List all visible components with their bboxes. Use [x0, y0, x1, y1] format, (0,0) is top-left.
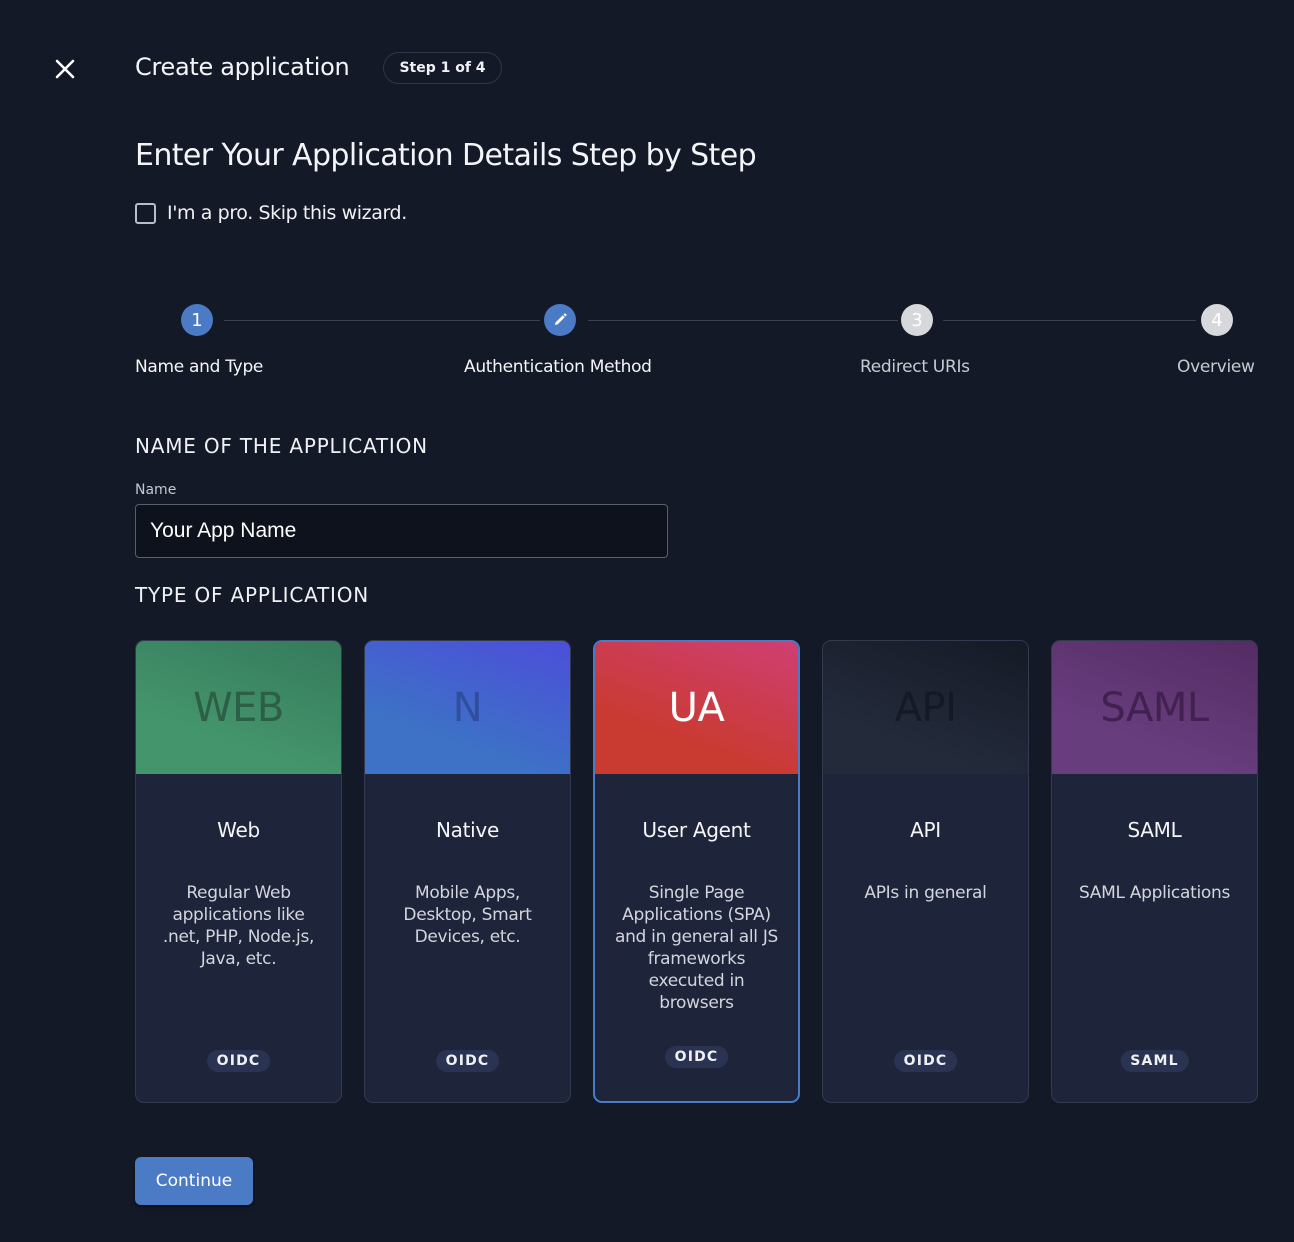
card-title: Native [436, 818, 499, 842]
app-type-card-native[interactable]: N Native Mobile Apps, Desktop, Smart Dev… [364, 640, 571, 1103]
card-badge: API [894, 684, 957, 731]
app-type-card-user-agent[interactable]: UA User Agent Single Page Applications (… [593, 640, 800, 1103]
protocol-tag: OIDC [206, 1050, 271, 1072]
step-3-label[interactable]: Redirect URIs [860, 357, 970, 377]
app-name-input[interactable] [135, 504, 668, 558]
protocol-tag: OIDC [664, 1046, 729, 1068]
app-type-card-api[interactable]: API API APIs in general OIDC [822, 640, 1029, 1103]
card-description: SAML Applications [1078, 883, 1231, 903]
wizard-heading: Enter Your Application Details Step by S… [135, 138, 757, 173]
step-number: 4 [1211, 309, 1223, 331]
type-section-title: TYPE OF APPLICATION [135, 583, 370, 607]
name-field-label: Name [135, 482, 177, 498]
skip-wizard-option[interactable]: I'm a pro. Skip this wizard. [135, 202, 407, 224]
page-title: Create application [135, 53, 350, 81]
protocol-tag: OIDC [435, 1050, 500, 1072]
skip-wizard-label: I'm a pro. Skip this wizard. [167, 202, 407, 224]
create-application-page: Create application Step 1 of 4 Enter You… [0, 0, 1294, 1242]
stepper-connector [943, 320, 1196, 321]
app-type-card-saml[interactable]: SAML SAML SAML Applications SAML [1051, 640, 1258, 1103]
step-2-label[interactable]: Authentication Method [464, 357, 652, 377]
card-title: Web [217, 818, 260, 842]
card-banner: N [365, 641, 570, 774]
card-badge: UA [668, 685, 725, 731]
step-4-indicator[interactable]: 4 [1201, 304, 1233, 336]
card-title: API [910, 818, 941, 842]
card-description: Single Page Applications (SPA) and in ge… [614, 883, 779, 1013]
step-1-label[interactable]: Name and Type [135, 357, 263, 377]
card-description: APIs in general [864, 883, 987, 903]
protocol-tag: OIDC [893, 1050, 958, 1072]
pencil-icon [555, 313, 567, 325]
card-badge: SAML [1100, 684, 1209, 731]
step-1-indicator[interactable]: 1 [181, 304, 213, 336]
card-title: User Agent [642, 818, 751, 842]
stepper-connector [224, 320, 540, 321]
protocol-tag: SAML [1120, 1050, 1189, 1072]
skip-wizard-checkbox[interactable] [135, 202, 156, 224]
close-icon [55, 59, 75, 79]
step-badge: Step 1 of 4 [383, 52, 502, 84]
continue-button[interactable]: Continue [135, 1157, 253, 1205]
name-section-title: NAME OF THE APPLICATION [135, 434, 428, 458]
stepper-connector [588, 320, 898, 321]
card-banner: WEB [136, 641, 341, 774]
card-banner: UA [595, 642, 798, 774]
card-banner: SAML [1052, 641, 1257, 774]
close-button[interactable] [52, 56, 78, 82]
app-type-cards: WEB Web Regular Web applications like .n… [135, 640, 1258, 1103]
card-banner: API [823, 641, 1028, 774]
step-2-indicator[interactable] [544, 304, 576, 336]
card-description: Mobile Apps, Desktop, Smart Devices, etc… [403, 883, 532, 947]
step-number: 1 [191, 309, 203, 331]
step-3-indicator[interactable]: 3 [901, 304, 933, 336]
card-description: Regular Web applications like .net, PHP,… [162, 883, 315, 969]
card-title: SAML [1127, 818, 1182, 842]
step-number: 3 [911, 309, 923, 331]
step-4-label[interactable]: Overview [1177, 357, 1255, 377]
app-type-card-web[interactable]: WEB Web Regular Web applications like .n… [135, 640, 342, 1103]
card-badge: WEB [193, 684, 284, 731]
card-badge: N [452, 684, 483, 731]
